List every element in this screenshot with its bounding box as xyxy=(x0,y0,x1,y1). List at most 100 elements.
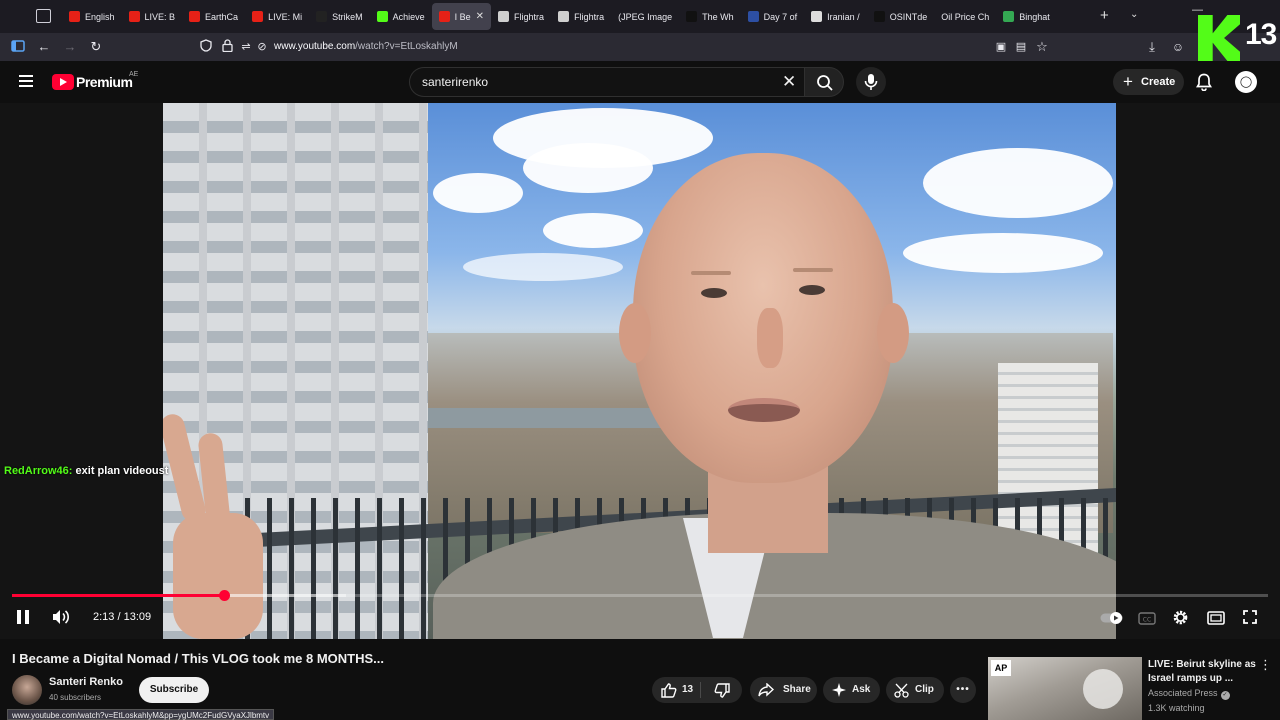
cloud xyxy=(463,253,623,281)
search-button[interactable] xyxy=(804,67,844,97)
like-count: 13 xyxy=(682,684,694,695)
like-button[interactable]: 13 xyxy=(652,677,700,703)
progress-bar[interactable] xyxy=(12,590,1268,601)
browser-tab[interactable]: Achieve xyxy=(370,3,432,30)
close-tab-icon[interactable]: ✕ xyxy=(476,11,484,22)
mouth xyxy=(728,398,800,422)
browser-tab[interactable]: Flightra xyxy=(491,3,551,30)
browser-tab[interactable]: English xyxy=(62,3,122,30)
subscribe-button[interactable]: Subscribe xyxy=(139,677,209,703)
screen: English LIVE: B EarthCa LIVE: Mi StrikeM Achi… xyxy=(0,0,1280,720)
autoplay-blocked-icon[interactable]: ⊘ xyxy=(254,39,270,55)
youtube-brand[interactable]: Premium xyxy=(76,74,133,90)
progress-played xyxy=(12,594,225,597)
browser-tab[interactable]: Binghat xyxy=(996,3,1057,30)
channel-avatar[interactable] xyxy=(12,675,42,705)
vertical-dots-icon[interactable]: ⋮ xyxy=(1259,657,1272,673)
reload-icon[interactable]: ↻ xyxy=(88,39,104,55)
time-display: 2:13 / 13:09 xyxy=(93,611,152,623)
ask-button[interactable]: Ask xyxy=(823,677,880,703)
recommendation-channel-name: Associated Press xyxy=(1148,688,1218,698)
browser-tab[interactable]: LIVE: Mi xyxy=(245,3,309,30)
browser-tab-label: Day 7 of xyxy=(763,11,798,22)
theater-mode-button[interactable] xyxy=(1207,611,1225,630)
minimize-icon[interactable]: — xyxy=(1192,4,1203,16)
more-actions-icon[interactable]: ••• xyxy=(950,677,976,703)
picture-in-picture-icon[interactable]: ▣ xyxy=(993,39,1009,55)
settings-button[interactable] xyxy=(1172,609,1189,631)
ear xyxy=(877,303,909,363)
browser-tab-label: The Wh xyxy=(702,11,734,22)
channel-name[interactable]: Santeri Renko xyxy=(49,676,123,688)
smoke-plume xyxy=(1083,669,1123,709)
browser-tab[interactable]: EarthCa xyxy=(182,3,245,30)
chat-username: RedArrow46: xyxy=(4,465,73,477)
recommendation-channel[interactable]: Associated Press ✓ xyxy=(1148,688,1230,700)
clear-search-icon[interactable]: ✕ xyxy=(782,72,796,92)
search-box[interactable]: santerirenko ✕ xyxy=(409,67,804,97)
account-avatar[interactable]: ◯ xyxy=(1235,71,1257,93)
browser-tab[interactable]: (JPEG Image xyxy=(611,3,679,30)
browser-tab[interactable]: Oil Price Ch xyxy=(934,3,996,30)
ap-badge: AP xyxy=(991,660,1011,676)
bookmark-star-icon[interactable]: ☆ xyxy=(1034,39,1050,55)
browser-tab[interactable]: The Wh xyxy=(679,3,741,30)
strike-icon xyxy=(316,11,328,22)
url-bar[interactable]: www.youtube.com/watch?v=EtLoskahlyM xyxy=(274,41,458,52)
autoplay-toggle[interactable] xyxy=(1100,611,1124,630)
clip-button[interactable]: Clip xyxy=(886,677,944,703)
tab-list-icon[interactable] xyxy=(36,9,51,23)
shield-icon[interactable] xyxy=(198,39,214,55)
recommendation-title[interactable]: LIVE: Beirut skyline as Israel ramps up … xyxy=(1148,658,1258,686)
search-input[interactable]: santerirenko xyxy=(422,75,488,89)
browser-tab[interactable]: Iranian / xyxy=(804,3,867,30)
youtube-logo-icon[interactable] xyxy=(52,74,74,90)
palm xyxy=(173,513,263,639)
browser-tab-label: Binghat xyxy=(1019,11,1050,22)
volume-icon xyxy=(53,610,70,624)
browser-tab-label: Flightra xyxy=(574,11,605,22)
browser-tab[interactable]: Day 7 of xyxy=(741,3,805,30)
tiktok-icon xyxy=(686,11,698,22)
fullscreen-button[interactable] xyxy=(1242,609,1258,630)
browser-tab[interactable]: StrikeM xyxy=(309,3,370,30)
downloads-icon[interactable]: ⤓ xyxy=(1144,39,1160,55)
dislike-button[interactable] xyxy=(708,677,742,703)
chevron-down-icon[interactable]: ⌄ xyxy=(1130,9,1138,20)
menu-icon[interactable] xyxy=(19,75,33,87)
notifications-bell-icon[interactable] xyxy=(1195,73,1213,96)
browser-tab[interactable]: Flightra xyxy=(551,3,611,30)
watch-metadata: I Became a Digital Nomad / This VLOG too… xyxy=(0,639,1280,720)
account-icon[interactable]: ☺ xyxy=(1170,39,1186,55)
forward-arrow-icon[interactable]: → xyxy=(62,39,78,55)
reader-view-icon[interactable]: ▤ xyxy=(1013,39,1029,55)
new-tab-icon[interactable]: + xyxy=(1100,8,1109,23)
browser-tab-label: Achieve xyxy=(392,11,425,22)
create-button[interactable]: Create xyxy=(1113,69,1184,95)
video-player[interactable]: RedArrow46: exit plan videoust 2:13 / 13… xyxy=(0,103,1280,639)
thumbs-down-icon xyxy=(714,683,730,698)
browser-tab[interactable]: LIVE: B xyxy=(122,3,183,30)
subtitles-button[interactable]: CC xyxy=(1138,612,1156,630)
share-button[interactable]: Share xyxy=(750,677,817,703)
pause-button[interactable] xyxy=(16,609,30,630)
back-arrow-icon[interactable]: ← xyxy=(36,39,52,55)
fullscreen-icon xyxy=(1243,610,1257,624)
video-frame[interactable] xyxy=(163,103,1116,639)
browser-tab-label: English xyxy=(85,11,115,22)
volume-button[interactable] xyxy=(52,609,70,630)
chat-overlay-message: RedArrow46: exit plan videoust xyxy=(4,465,168,477)
browser-tab[interactable]: I Be ✕ xyxy=(431,3,492,30)
lock-icon[interactable] xyxy=(219,39,235,55)
recommendation-thumbnail[interactable]: AP xyxy=(988,657,1142,720)
voice-search-button[interactable] xyxy=(856,67,886,97)
sidebar-toggle-icon[interactable] xyxy=(10,39,26,55)
browser-tab[interactable]: OSINTde xyxy=(867,3,935,30)
cloud xyxy=(523,143,653,193)
youtube-masthead: Premium AE santerirenko ✕ Create ◯ xyxy=(0,61,1280,103)
browser-tab-label: OSINTde xyxy=(889,11,928,22)
permissions-icon[interactable]: ⇌ xyxy=(238,39,254,55)
theater-mode-icon xyxy=(1207,611,1225,625)
cloud xyxy=(903,233,1103,273)
browser-tab-label: LIVE: Mi xyxy=(268,11,303,22)
